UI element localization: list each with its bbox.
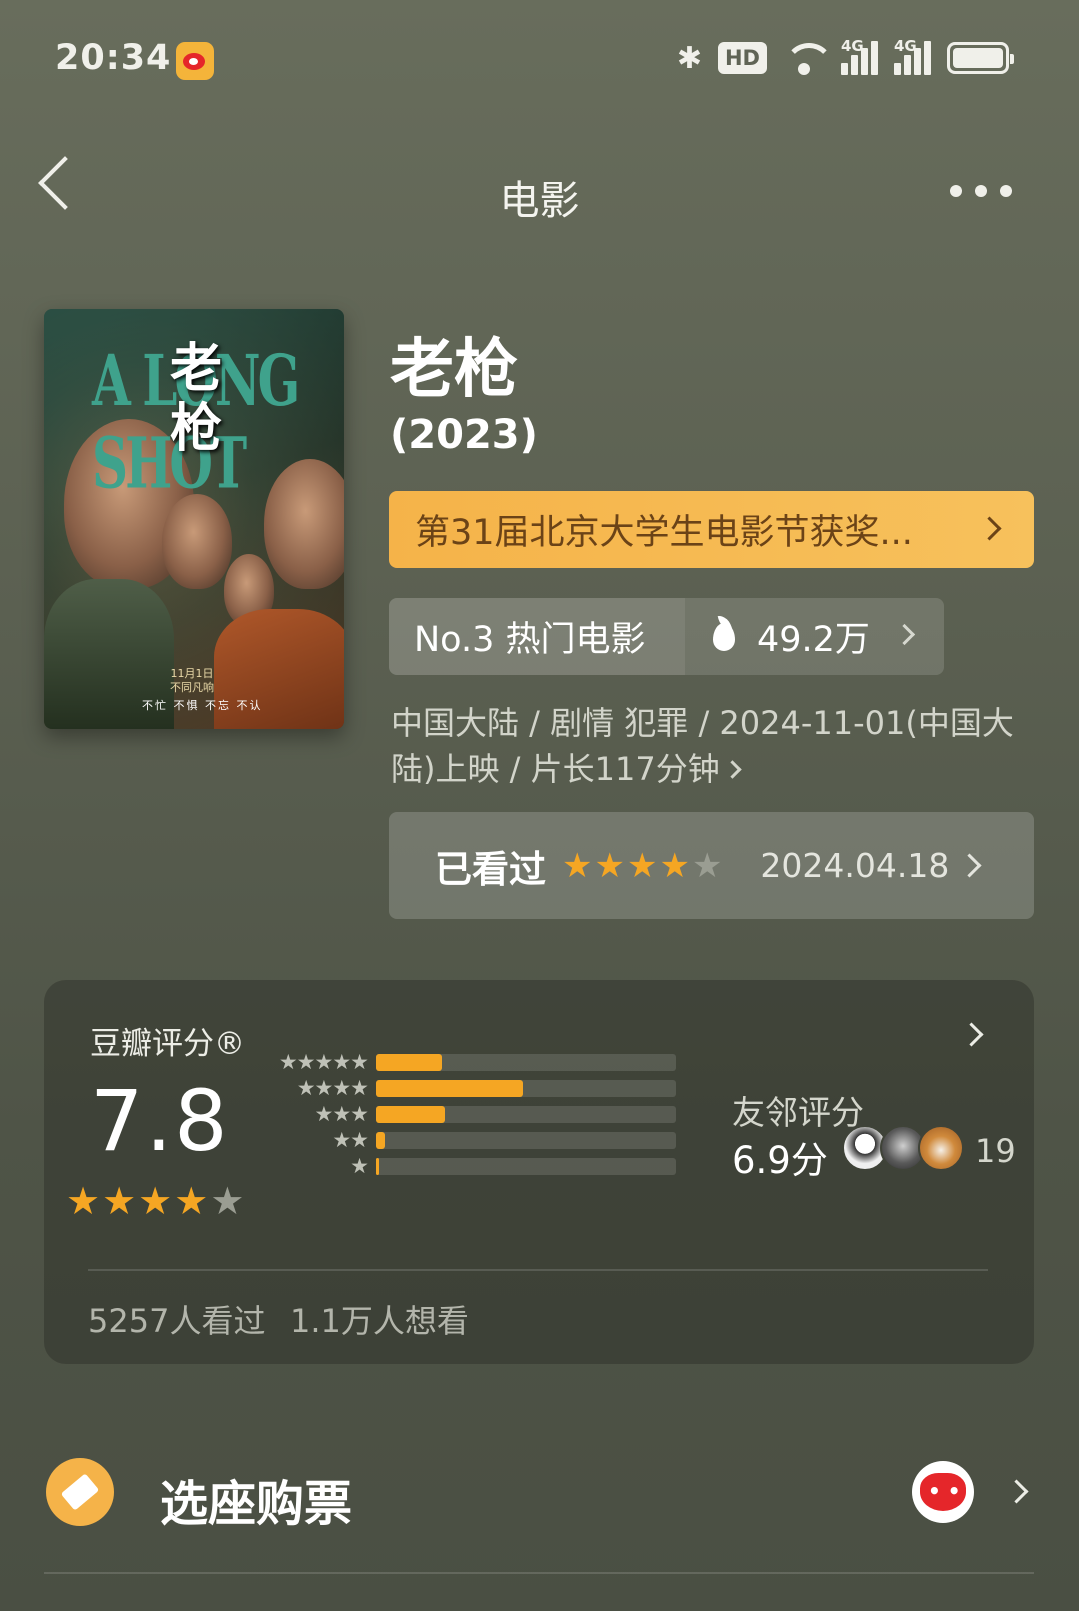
ticket-icon <box>46 1458 114 1526</box>
friend-rating-score: 6.9分 <box>732 1139 828 1182</box>
user-rating-stars: ★ ★ ★ ★ ★ <box>562 849 722 883</box>
status-icons: ✱ HD 4G 4G <box>676 37 1014 78</box>
heat-value: 49.2万 <box>757 620 870 660</box>
rank-label: No.3 热门电影 <box>389 598 685 675</box>
distribution-row: ★★ <box>264 1128 676 1152</box>
distribution-stars: ★★★★★ <box>278 1050 369 1074</box>
page-title: 电影 <box>499 178 580 224</box>
star-filled-icon: ★ <box>174 1179 209 1223</box>
status-time: 20:34 <box>55 38 172 78</box>
wifi-icon <box>783 41 834 75</box>
movie-poster[interactable]: A LONG SHOT 老枪 11月1日 不同凡响 不忙 不惧 不忘 不认 <box>44 309 344 729</box>
star-filled-icon: ★ <box>562 845 593 886</box>
watched-status-box[interactable]: 已看过 ★ ★ ★ ★ ★ 2024.04.18 <box>389 812 1034 919</box>
distribution-row: ★ <box>264 1154 676 1178</box>
buy-ticket-label[interactable]: 选座购票 <box>160 1464 352 1534</box>
distribution-bar <box>376 1157 379 1175</box>
distribution-track <box>376 1131 676 1149</box>
award-text: 第31届北京大学生电影节获奖... <box>415 513 913 553</box>
fire-icon <box>713 622 735 651</box>
divider <box>88 1269 988 1271</box>
star-filled-icon: ★ <box>102 1179 137 1223</box>
watched-date: 2024.04.18 <box>760 846 950 885</box>
movie-info-text: 中国大陆 / 剧情 犯罪 / 2024-11-01(中国大陆)上映 / 片长11… <box>391 704 1014 788</box>
distribution-track <box>376 1157 676 1175</box>
bluetooth-icon: ✱ <box>676 40 702 76</box>
ranking-box[interactable]: No.3 热门电影 49.2万 <box>389 598 944 675</box>
hd-icon: HD <box>717 42 767 74</box>
distribution-row: ★★★★ <box>264 1076 676 1100</box>
maoyan-cat-icon <box>912 1461 974 1523</box>
signal-icon-1: 4G <box>841 37 878 75</box>
star-filled-icon: ★ <box>66 1179 101 1223</box>
movie-title: 老枪 <box>390 333 518 407</box>
rating-stars: ★ ★ ★ ★ ★ <box>66 1182 244 1220</box>
want-to-watch-count[interactable]: 1.1万人想看 <box>290 1296 469 1342</box>
douban-rating-card[interactable]: 豆瓣评分® 7.8 ★ ★ ★ ★ ★ ★★★★★ ★★★★ ★★★ ★★ ★ 友邻评分 6.9… <box>44 980 1034 1364</box>
chevron-right-icon <box>977 516 1002 541</box>
watched-label: 已看过 <box>435 847 546 891</box>
distribution-track <box>376 1053 676 1071</box>
distribution-bar <box>376 1105 445 1123</box>
distribution-bar <box>376 1053 442 1071</box>
divider <box>44 1572 1034 1574</box>
distribution-bar <box>376 1131 385 1149</box>
poster-title-zh: 老枪 <box>170 338 223 459</box>
heat-section: 49.2万 <box>685 598 944 675</box>
signal-icon-2: 4G <box>894 37 931 75</box>
rating-score: 7.8 <box>90 1072 230 1170</box>
distribution-stars: ★ <box>350 1154 369 1178</box>
star-empty-icon: ★ <box>691 845 723 886</box>
friend-count: 19 <box>975 1132 1016 1170</box>
distribution-bar <box>376 1079 523 1097</box>
star-filled-icon: ★ <box>594 845 625 886</box>
poster-tagline: 不忙 不惧 不忘 不认 <box>142 699 263 712</box>
distribution-stars: ★★★ <box>314 1102 369 1126</box>
more-options-icon[interactable] <box>950 185 1012 197</box>
friend-avatars[interactable] <box>842 1125 964 1171</box>
poster-figure <box>162 494 232 589</box>
distribution-row: ★★★ <box>264 1102 676 1126</box>
battery-icon <box>947 42 1014 74</box>
award-banner[interactable]: 第31届北京大学生电影节获奖... <box>389 491 1034 568</box>
chevron-right-icon <box>957 853 982 878</box>
distribution-stars: ★★★★ <box>296 1076 369 1100</box>
watched-count[interactable]: 5257人看过 <box>88 1296 265 1342</box>
chevron-right-icon <box>893 623 916 646</box>
movie-year: (2023) <box>390 412 538 458</box>
star-empty-icon: ★ <box>210 1179 245 1223</box>
weibo-notification-icon <box>176 42 214 80</box>
star-filled-icon: ★ <box>138 1179 173 1223</box>
poster-release-note: 11月1日 不同凡响 <box>170 667 214 694</box>
distribution-stars: ★★ <box>332 1128 369 1152</box>
star-filled-icon: ★ <box>659 845 690 886</box>
rating-label: 豆瓣评分® <box>90 1026 245 1062</box>
distribution-row: ★★★★★ <box>264 1050 676 1074</box>
chevron-right-icon <box>959 1022 984 1047</box>
chevron-right-icon <box>723 760 742 779</box>
avatar <box>918 1125 964 1171</box>
star-filled-icon: ★ <box>626 845 658 886</box>
movie-info[interactable]: 中国大陆 / 剧情 犯罪 / 2024-11-01(中国大陆)上映 / 片长11… <box>391 700 1031 792</box>
distribution-track <box>376 1105 676 1123</box>
distribution-track <box>376 1079 676 1097</box>
chevron-right-icon[interactable] <box>1004 1479 1029 1504</box>
